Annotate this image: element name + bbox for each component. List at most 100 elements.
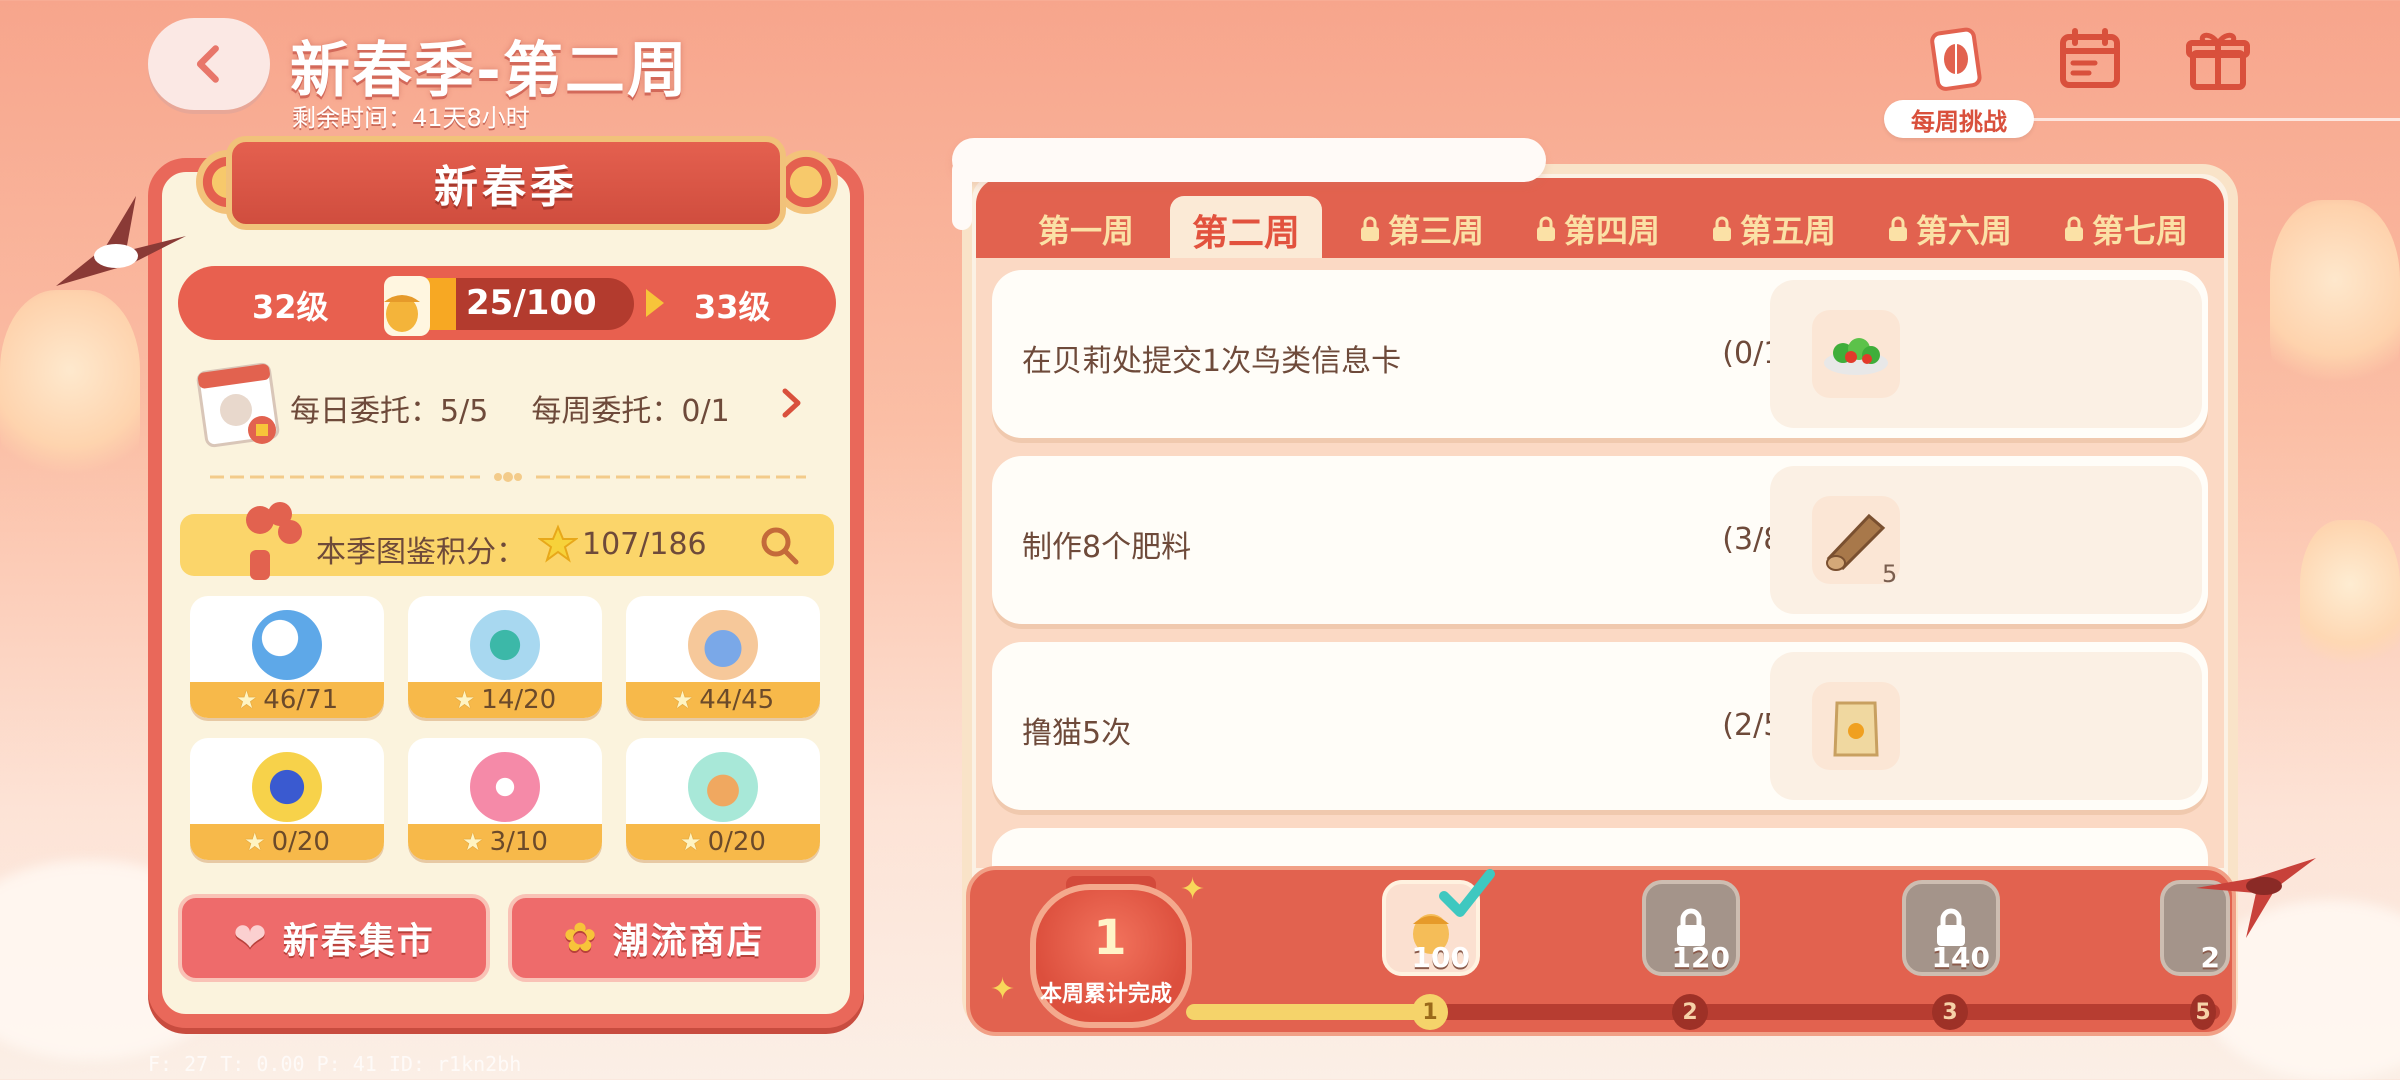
next-level: 33级 [694, 288, 771, 326]
sky-lantern-decoration [2300, 520, 2400, 680]
category-value: 0/20 [707, 827, 766, 857]
milestone-value: 100 [1411, 941, 1470, 974]
page-title: 新春季-第二周 [290, 36, 689, 106]
collection-score-value: 107/186 [582, 527, 707, 562]
reward-count: 5 [1882, 560, 1898, 588]
current-level: 32级 [252, 288, 329, 326]
sky-lantern-decoration [2270, 200, 2400, 400]
category-card-bird[interactable]: ★ 0/20 [626, 738, 820, 860]
progress-node: 2 [1672, 994, 1708, 1030]
task-name: 撸猫5次 [1022, 716, 1132, 751]
pink-fish-icon [470, 752, 540, 822]
tab-week-2[interactable]: 第二周 [1170, 196, 1323, 264]
commission-summary[interactable]: 每日委托：5/5 每周委托：0/1 [290, 386, 730, 430]
weekly-progress-fill [1186, 1004, 1424, 1020]
tab-week-3[interactable]: 第三周 [1358, 200, 1484, 258]
heart-icon: ❤ [233, 915, 269, 961]
star-icon: ★ [680, 828, 702, 856]
task-reward [1770, 652, 2202, 800]
category-card-fish[interactable]: ★ 14/20 [408, 596, 602, 718]
milestone-reward-2[interactable]: 120 [1642, 880, 1740, 976]
star-icon: ★ [671, 686, 694, 714]
acorn-icon [384, 276, 430, 336]
star-icon: ★ [462, 828, 484, 856]
spring-market-label: 新春集市 [282, 921, 435, 962]
calendar-button[interactable] [2052, 22, 2128, 98]
lock-icon [1889, 216, 1907, 241]
snowman-icon [252, 610, 322, 680]
lantern-card-icon [1930, 27, 1982, 91]
daily-commission: 每日委托：5/5 [290, 394, 489, 429]
snow-decoration [952, 138, 1546, 182]
calendar-icon [2060, 28, 2120, 88]
weekly-commission: 每周委托：0/1 [531, 394, 730, 429]
seed-bag-icon[interactable] [1812, 682, 1900, 770]
remaining-time: 剩余时间：41天8小时 [292, 104, 530, 132]
butterfly-icon [252, 752, 322, 822]
tab-label: 第三周 [1388, 212, 1485, 250]
tab-label: 第七周 [2092, 212, 2189, 250]
trendy-shop-label: 潮流商店 [612, 921, 765, 962]
task-row[interactable]: 撸猫5次 (2/5) [992, 642, 2208, 810]
milestone-value: 120 [1671, 941, 1730, 974]
tab-week-5[interactable]: 第五周 [1710, 200, 1836, 258]
weekly-challenge-label[interactable]: 每周挑战 [1884, 100, 2034, 138]
spring-market-button[interactable]: ❤ 新春集市 [178, 894, 490, 982]
progress-node: 1 [1412, 994, 1448, 1030]
gift-button[interactable] [2180, 22, 2256, 98]
flower-icon: ✿ [563, 915, 599, 961]
category-value: 3/10 [489, 827, 548, 857]
sparkle-icon: ✦ [990, 972, 1016, 1007]
tab-week-7[interactable]: 第七周 [2062, 200, 2188, 258]
category-value: 14/20 [481, 685, 557, 715]
weekly-challenge-button[interactable] [1920, 22, 1996, 98]
gift-icon [2186, 32, 2250, 90]
snow-decoration [952, 160, 972, 230]
weekly-completed-count: 1 [1093, 910, 1127, 966]
task-list[interactable]: 在贝莉处提交1次鸟类信息卡 (0/1) 制作8个肥料 (3/8) 5 撸猫5次 … [976, 258, 2224, 868]
category-card-butterfly[interactable]: ★ 0/20 [190, 738, 384, 860]
category-card-dumpling[interactable]: ★ 44/45 [626, 596, 820, 718]
category-value: 44/45 [699, 685, 775, 715]
tab-week-4[interactable]: 第四周 [1534, 200, 1660, 258]
milestone-reward-3[interactable]: 140 [1902, 880, 2000, 976]
chevron-right-icon[interactable] [776, 386, 806, 420]
progress-node: 3 [1932, 994, 1968, 1030]
divider [210, 472, 806, 482]
commission-calendar-icon [196, 362, 280, 448]
bird-icon [688, 752, 758, 822]
tab-label: 第二周 [1192, 213, 1301, 254]
arrow-right-icon [646, 289, 664, 317]
search-icon[interactable] [758, 524, 800, 566]
collection-score-label: 本季图鉴积分： [316, 535, 526, 570]
season-banner: 新春季 [226, 136, 786, 230]
swallow-icon [56, 196, 186, 286]
task-row[interactable]: 在贝莉处提交1次鸟类信息卡 (0/1) [992, 270, 2208, 438]
category-card-snowman[interactable]: ★ 46/71 [190, 596, 384, 718]
category-value: 46/71 [263, 685, 339, 715]
task-reward [1770, 280, 2202, 428]
debug-info: F: 27 T: 0.00 P: 41 ID: r1kn2bh [148, 1052, 522, 1076]
star-icon: ★ [244, 828, 266, 856]
trendy-shop-button[interactable]: ✿ 潮流商店 [508, 894, 820, 982]
fish-icon [470, 610, 540, 680]
task-name: 制作8个肥料 [1022, 530, 1192, 565]
star-icon: ★ [235, 686, 258, 714]
dumpling-icon [688, 610, 758, 680]
lock-icon [2065, 216, 2083, 241]
tab-week-6[interactable]: 第六周 [1886, 200, 2012, 258]
tab-label: 第五周 [1740, 212, 1837, 250]
salad-icon[interactable] [1812, 310, 1900, 398]
task-row[interactable]: 制作8个肥料 (3/8) 5 [992, 456, 2208, 624]
sparkle-icon: ✦ [1180, 872, 1206, 907]
progress-node: 5 [2190, 994, 2216, 1030]
tab-week-1[interactable]: 第一周 [1038, 200, 1134, 258]
task-row[interactable] [992, 828, 2208, 868]
category-card-pink-fish[interactable]: ★ 3/10 [408, 738, 602, 860]
weekly-completed-label: 本周累计完成 [1040, 982, 1173, 1007]
tab-label: 第六周 [1916, 212, 2013, 250]
back-arrow-icon [196, 45, 219, 83]
level-progress-text: 25/100 [466, 283, 597, 323]
back-button[interactable] [148, 18, 270, 110]
knot-ornament-icon [246, 502, 302, 580]
